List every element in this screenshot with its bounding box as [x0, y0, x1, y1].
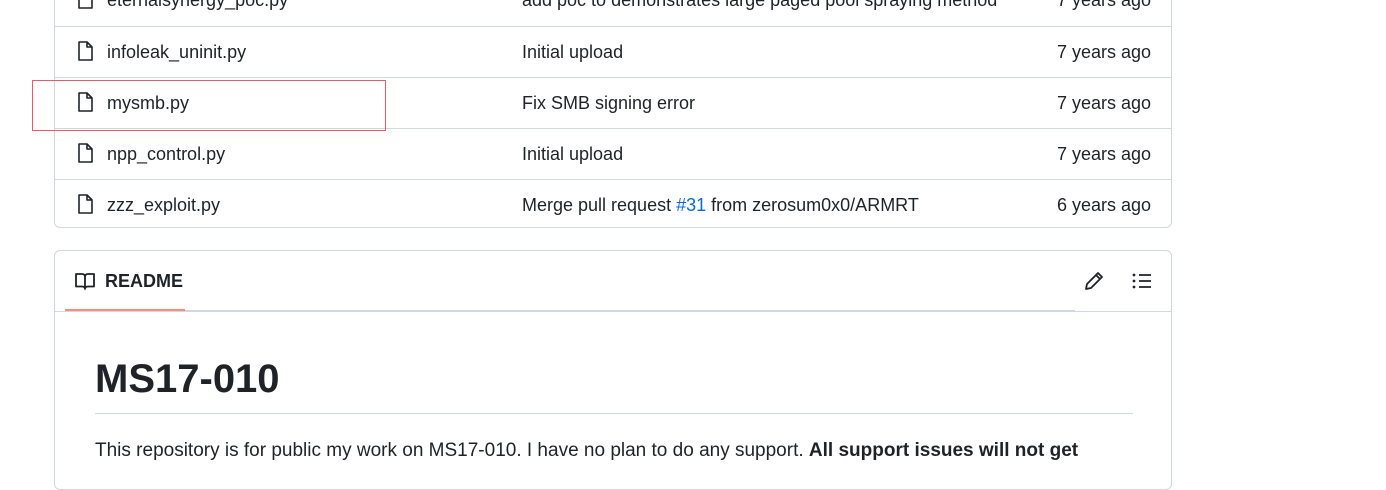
readme-heading: MS17-010	[95, 357, 280, 401]
divider	[185, 310, 1075, 311]
commit-message: Merge pull request #31 from zerosum0x0/A…	[522, 195, 919, 216]
file-name-link[interactable]: infoleak_uninit.py	[107, 42, 246, 63]
pull-request-link[interactable]: #31	[676, 195, 706, 215]
file-icon	[78, 41, 93, 61]
readme-paragraph: This repository is for public my work on…	[95, 440, 1078, 462]
paragraph-text: This repository is for public my work on…	[95, 440, 809, 461]
file-icon	[78, 0, 93, 9]
readme-tab-label: README	[105, 271, 184, 291]
commit-message-prefix[interactable]: Merge pull request	[522, 195, 676, 215]
file-row: mysmb.py Fix SMB signing error 7 years a…	[55, 77, 1171, 128]
commit-date: 7 years ago	[1056, 42, 1151, 62]
readme-header: README	[55, 251, 1171, 312]
commit-date: 6 years ago	[1056, 195, 1151, 215]
list-icon[interactable]	[1131, 270, 1153, 292]
file-row: zzz_exploit.py Merge pull request #31 fr…	[55, 179, 1171, 230]
paragraph-bold-text: All support issues will not get	[808, 440, 1079, 461]
commit-message[interactable]: Initial upload	[522, 144, 623, 165]
pencil-icon[interactable]	[1083, 270, 1105, 292]
file-icon	[78, 92, 93, 112]
file-name-link[interactable]: zzz_exploit.py	[107, 195, 220, 216]
file-row: infoleak_uninit.py Initial upload 7 year…	[55, 26, 1171, 77]
file-icon	[78, 194, 93, 214]
commit-message[interactable]: Fix SMB signing error	[522, 93, 695, 114]
file-name-link[interactable]: mysmb.py	[107, 93, 189, 114]
file-table: eternalsynergy_poc.py add poc to demonst…	[54, 0, 1172, 228]
file-name-link[interactable]: npp_control.py	[107, 144, 225, 165]
readme-panel: README MS17-010 This repository is for p…	[54, 250, 1172, 490]
file-icon	[78, 143, 93, 163]
tab-underline	[65, 309, 185, 311]
commit-message[interactable]: add poc to demonstrates large paged pool…	[522, 0, 997, 11]
commit-date: 7 years ago	[1056, 144, 1151, 164]
commit-message[interactable]: Initial upload	[522, 42, 623, 63]
file-row: eternalsynergy_poc.py add poc to demonst…	[55, 0, 1171, 26]
commit-date: 7 years ago	[1056, 0, 1151, 10]
heading-rule	[95, 413, 1133, 414]
file-name-link[interactable]: eternalsynergy_poc.py	[107, 0, 288, 11]
commit-message-suffix[interactable]: from zerosum0x0/ARMRT	[706, 195, 919, 215]
commit-date: 7 years ago	[1056, 93, 1151, 113]
book-icon	[75, 273, 95, 290]
tab-readme[interactable]: README	[65, 251, 185, 311]
file-row: npp_control.py Initial upload 7 years ag…	[55, 128, 1171, 179]
